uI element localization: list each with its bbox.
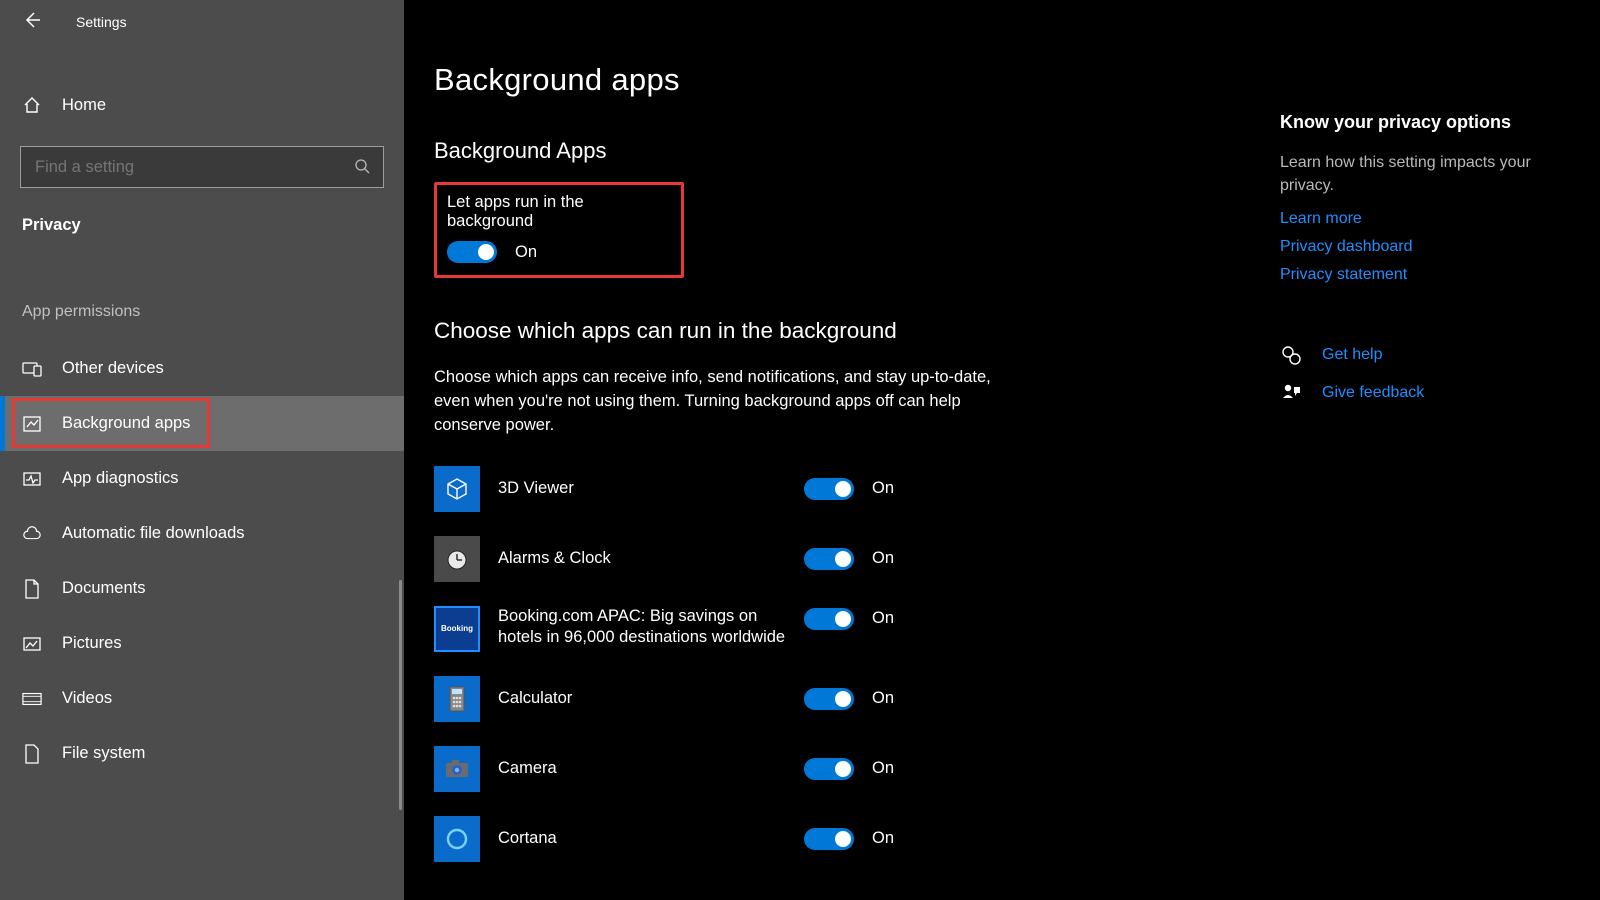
master-toggle[interactable] xyxy=(447,241,497,263)
sidebar-item-label: Background apps xyxy=(62,414,190,433)
link-privacy-dashboard[interactable]: Privacy dashboard xyxy=(1280,235,1568,259)
sidebar-item-label: App diagnostics xyxy=(62,469,179,488)
sidebar-item-background-apps[interactable]: Background apps xyxy=(0,396,404,451)
app-row-3d-viewer: 3D Viewer On xyxy=(434,466,1600,512)
master-toggle-label: Let apps run in the background xyxy=(447,193,667,231)
app-toggle-booking[interactable] xyxy=(804,608,854,630)
app-name: Cortana xyxy=(498,828,798,849)
window-title: Settings xyxy=(76,14,127,30)
sidebar-item-label: Other devices xyxy=(62,359,164,378)
app-icon-booking: Booking xyxy=(434,606,480,652)
app-toggle-state: On xyxy=(872,689,894,708)
sidebar-item-auto-downloads[interactable]: Automatic file downloads xyxy=(0,506,404,561)
sidebar-home-label: Home xyxy=(62,96,106,115)
app-icon-3d-viewer xyxy=(434,466,480,512)
app-toggle-state: On xyxy=(872,549,894,568)
sidebar-item-label: File system xyxy=(62,744,145,763)
videos-icon xyxy=(22,689,42,709)
sidebar-section: Privacy xyxy=(0,216,404,235)
app-row-alarms: Alarms & Clock On xyxy=(434,536,1600,582)
document-icon xyxy=(22,579,42,599)
app-toggle-calculator[interactable] xyxy=(804,688,854,710)
sidebar-item-other-devices[interactable]: Other devices xyxy=(0,341,404,396)
app-icon-calculator xyxy=(434,676,480,722)
app-row-calculator: Calculator On xyxy=(434,676,1600,722)
sidebar-item-app-diagnostics[interactable]: App diagnostics xyxy=(0,451,404,506)
app-icon-camera xyxy=(434,746,480,792)
app-icon-cortana xyxy=(434,816,480,862)
app-toggle-cortana[interactable] xyxy=(804,828,854,850)
diagnostics-icon xyxy=(22,469,42,489)
app-name: Alarms & Clock xyxy=(498,548,798,569)
app-row-booking: Booking Booking.com APAC: Big savings on… xyxy=(434,606,1600,652)
app-name: 3D Viewer xyxy=(498,478,798,499)
app-row-camera: Camera On xyxy=(434,746,1600,792)
sidebar-item-videos[interactable]: Videos xyxy=(0,671,404,726)
sidebar-nav: Other devices Background apps App diagno… xyxy=(0,341,404,781)
sidebar-item-label: Documents xyxy=(62,579,145,598)
sidebar-item-label: Automatic file downloads xyxy=(62,524,245,543)
app-name: Calculator xyxy=(498,688,798,709)
app-row-cortana: Cortana On xyxy=(434,816,1600,862)
sidebar-home[interactable]: Home xyxy=(0,78,404,132)
link-privacy-statement[interactable]: Privacy statement xyxy=(1280,263,1568,287)
app-toggle-3d-viewer[interactable] xyxy=(804,478,854,500)
sidebar-item-label: Pictures xyxy=(62,634,122,653)
privacy-options-heading: Know your privacy options xyxy=(1280,112,1568,133)
master-toggle-state: On xyxy=(515,243,537,262)
devices-icon xyxy=(22,359,42,379)
app-toggle-state: On xyxy=(872,479,894,498)
sidebar-item-label: Videos xyxy=(62,689,112,708)
file-icon xyxy=(22,744,42,764)
sidebar-scrollbar[interactable] xyxy=(399,580,402,810)
sidebar-item-file-system[interactable]: File system xyxy=(0,726,404,781)
app-toggle-alarms[interactable] xyxy=(804,548,854,570)
background-apps-icon xyxy=(22,414,42,434)
sidebar-item-documents[interactable]: Documents xyxy=(0,561,404,616)
privacy-options-desc: Learn how this setting impacts your priv… xyxy=(1280,151,1568,197)
feedback-icon xyxy=(1280,382,1302,404)
section-description: Choose which apps can receive info, send… xyxy=(434,366,994,438)
sidebar-category: App permissions xyxy=(0,303,404,321)
help-icon xyxy=(1280,344,1302,366)
app-icon-alarms xyxy=(434,536,480,582)
sidebar: Settings Home Privacy App permissions Ot… xyxy=(0,0,404,900)
app-toggle-camera[interactable] xyxy=(804,758,854,780)
search-input[interactable] xyxy=(20,146,384,188)
master-toggle-block: Let apps run in the background On xyxy=(434,182,684,278)
sidebar-item-pictures[interactable]: Pictures xyxy=(0,616,404,671)
app-name: Booking.com APAC: Big savings on hotels … xyxy=(498,606,798,649)
cloud-icon xyxy=(22,524,42,544)
app-toggle-state: On xyxy=(872,609,894,628)
link-give-feedback[interactable]: Give feedback xyxy=(1322,381,1424,405)
right-panel: Know your privacy options Learn how this… xyxy=(1280,0,1600,405)
app-name: Camera xyxy=(498,758,798,779)
app-toggle-state: On xyxy=(872,759,894,778)
back-button[interactable] xyxy=(22,10,42,35)
link-learn-more[interactable]: Learn more xyxy=(1280,207,1568,231)
pictures-icon xyxy=(22,634,42,654)
app-toggle-state: On xyxy=(872,829,894,848)
link-get-help[interactable]: Get help xyxy=(1322,343,1382,367)
app-list: 3D Viewer On Alarms & Clock On Booking B… xyxy=(434,466,1600,862)
home-icon xyxy=(22,95,42,115)
